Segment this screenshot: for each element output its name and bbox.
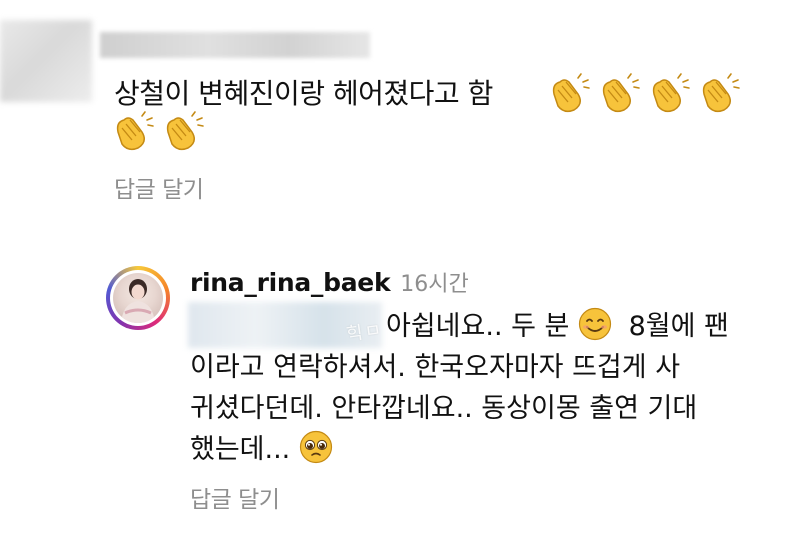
clapping-hands-icon [552, 73, 590, 113]
reply-button-2[interactable]: 답글 달기 [190, 480, 280, 514]
reply-line-1: 아쉽네요.. 두 분 8월에 팬 [190, 306, 780, 347]
reply-line-1-text: 쉽네요.. 두 분 [410, 311, 570, 342]
reply-button[interactable]: 답글 달기 [114, 170, 204, 204]
reply-username[interactable]: rina_rina_baek [190, 268, 391, 297]
reply-line-1-after-emoji: 8월에 팬 [628, 311, 729, 342]
smiling-face-icon [578, 307, 612, 341]
clapping-hands-icon [116, 111, 154, 151]
clapping-hands-icon [652, 73, 690, 113]
clap-emoji-row-1 [548, 72, 742, 114]
reply-line-1-fragment: 아 [386, 311, 411, 342]
reply-line-2: 이라고 연락하셔서. 한국오자마자 뜨겁게 사 [190, 352, 681, 383]
reply-line-4: 했는데... [190, 429, 780, 470]
reply-line-3: 귀셨다던데. 안타깝네요.. 동상이몽 출연 기대 [190, 393, 698, 424]
blurred-avatar [0, 20, 92, 102]
avatar-story-ring[interactable] [106, 266, 170, 330]
clapping-hands-icon [702, 73, 740, 113]
clapping-hands-icon [602, 73, 640, 113]
blurred-username [100, 32, 370, 58]
comment-text: 상철이 변혜진이랑 헤어졌다고 함 [114, 77, 493, 110]
reply-header: rina_rina_baek 16시간 [190, 266, 469, 298]
avatar[interactable] [113, 273, 163, 323]
pleading-face-icon [299, 430, 332, 464]
reply-body: 아쉽네요.. 두 분 8월에 팬 이라고 연락하셔서. 한국오자마자 뜨겁게 사… [190, 306, 780, 470]
reply-timestamp: 16시간 [400, 272, 469, 297]
clap-emoji-row-2 [112, 110, 206, 152]
avatar-photo-icon [121, 279, 155, 323]
reply-line-4-text: 했는데... [190, 434, 291, 465]
clapping-hands-icon [166, 111, 204, 151]
